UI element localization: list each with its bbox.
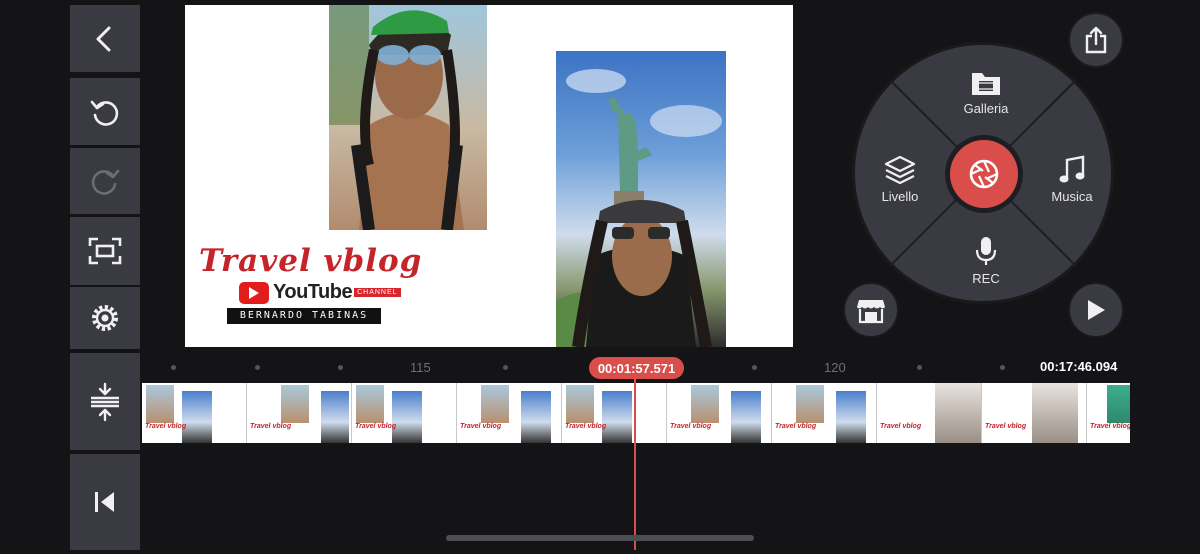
- jump-to-start-button[interactable]: [70, 454, 140, 550]
- expand-tracks-button[interactable]: [70, 353, 140, 450]
- clip-thumbnail: Travel vblog: [667, 383, 772, 443]
- skip-to-start-icon: [95, 492, 114, 512]
- musica-label: Musica: [1051, 189, 1093, 204]
- camera-shutter-icon: [969, 159, 999, 189]
- galleria-label: Galleria: [963, 101, 1009, 116]
- fullscreen-icon: [88, 237, 122, 265]
- clip-thumbnail: Travel vblog: [1087, 383, 1130, 443]
- play-button[interactable]: [1068, 282, 1124, 338]
- redo-icon: [91, 169, 120, 195]
- media-wheel: Galleria Livello Musica REC: [852, 42, 1114, 304]
- galleria-button[interactable]: Galleria: [941, 69, 1031, 116]
- musica-button[interactable]: Musica: [1027, 155, 1117, 204]
- music-note-icon: [1059, 155, 1085, 183]
- clip-thumbnail: Travel vblog: [247, 383, 352, 443]
- channel-name-bar: BERNARDO TABINAS: [227, 308, 381, 324]
- clip-thumbnail: Travel vblog: [457, 383, 562, 443]
- back-button[interactable]: [70, 5, 140, 72]
- undo-icon: [90, 100, 119, 126]
- fullscreen-button[interactable]: [70, 217, 140, 285]
- youtube-logo: YouTube CHANNEL: [239, 281, 401, 304]
- layers-icon: [884, 155, 916, 185]
- expand-tracks-icon: [91, 382, 119, 421]
- microphone-icon: [975, 237, 997, 265]
- livello-label: Livello: [881, 189, 919, 204]
- gear-icon: [92, 305, 118, 331]
- statue-of-liberty-selfie-photo: [556, 51, 726, 347]
- rec-voice-button[interactable]: REC: [941, 235, 1031, 286]
- clip-thumbnail: Travel vblog: [352, 383, 457, 443]
- settings-button[interactable]: [70, 287, 140, 349]
- total-duration: 00:17:46.094: [1040, 359, 1118, 374]
- vlog-title-text: Travel vblog: [199, 243, 423, 279]
- video-preview[interactable]: Travel vblog YouTube CHANNEL BERNARDO TA…: [185, 5, 793, 347]
- youtube-channel-tag: CHANNEL: [354, 288, 401, 297]
- beach-selfie-photo: [329, 5, 487, 230]
- play-icon: [249, 286, 259, 299]
- ruler-label-115: 115: [410, 360, 431, 375]
- clip-thumbnail: Travel vblog: [982, 383, 1087, 443]
- store-icon: [857, 300, 885, 324]
- asset-store-button[interactable]: [843, 282, 899, 338]
- clip-thumbnail: Travel vblog: [772, 383, 877, 443]
- ruler-label-120: 120: [824, 360, 846, 375]
- timeline-scrollbar[interactable]: [446, 535, 754, 541]
- clip-thumbnail: Travel vblog: [562, 383, 667, 443]
- clip-thumbnail: Travel vblog: [877, 383, 982, 443]
- camera-record-button[interactable]: [945, 135, 1023, 213]
- play-icon: [1088, 300, 1105, 320]
- undo-button[interactable]: [70, 78, 140, 145]
- clip-thumbnail: Travel vblog: [142, 383, 247, 443]
- media-folder-icon: [972, 73, 1000, 95]
- livello-button[interactable]: Livello: [855, 155, 945, 204]
- current-time-indicator: 00:01:57.571: [589, 357, 684, 379]
- redo-button[interactable]: [70, 148, 140, 214]
- rec-label: REC: [972, 271, 1000, 286]
- video-track[interactable]: Travel vblog Travel vblog Travel vblog T…: [142, 383, 1130, 443]
- youtube-word: YouTube: [273, 281, 353, 303]
- chevron-left-icon: [96, 26, 111, 51]
- share-icon: [1085, 26, 1107, 54]
- playhead[interactable]: [634, 376, 636, 550]
- share-button[interactable]: [1068, 12, 1124, 68]
